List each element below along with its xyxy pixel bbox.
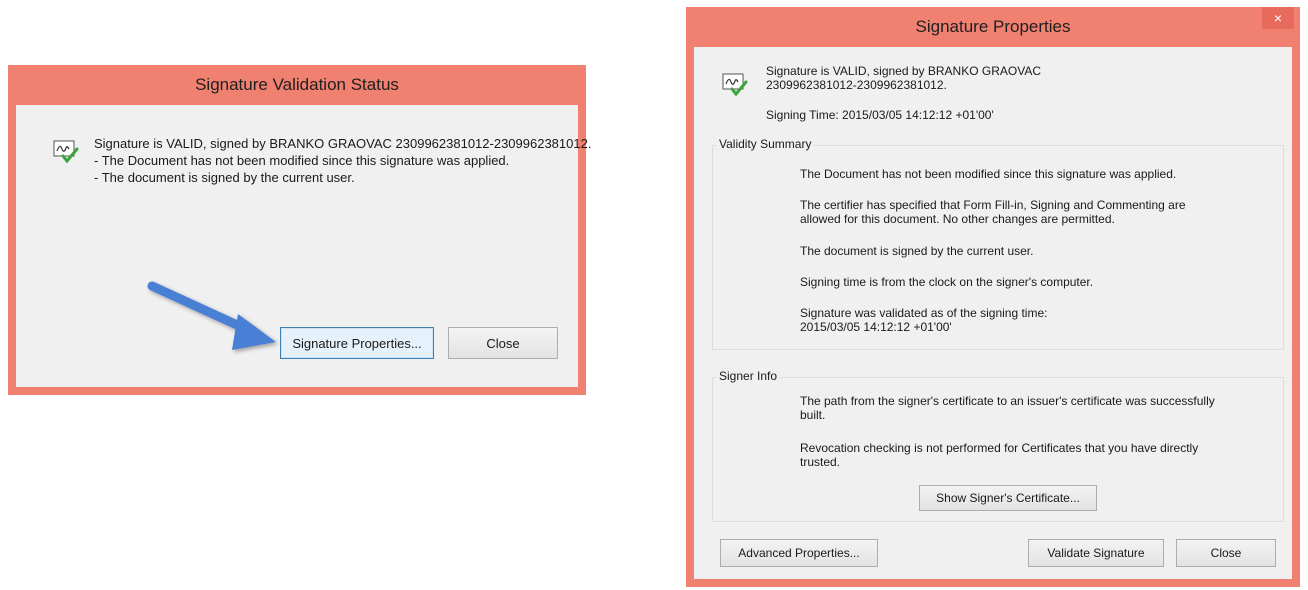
close-button[interactable]: Close — [448, 327, 558, 359]
dialog-title: Signature Properties — [915, 17, 1071, 36]
close-icon[interactable]: × — [1262, 7, 1294, 29]
dialog-body: Signature is VALID, signed by BRANKO GRA… — [694, 47, 1292, 579]
signature-properties-dialog: Signature Properties × Signature is VALI… — [686, 7, 1300, 587]
pointer-arrow-icon — [147, 281, 276, 350]
signer-info-item: The path from the signer's certificate t… — [800, 394, 1215, 408]
dialog-title: Signature Validation Status — [195, 75, 399, 94]
summary-item: The Document has not been modified since… — [800, 167, 1177, 181]
signer-info-item: Revocation checking is not performed for… — [800, 441, 1199, 455]
validity-header-serial: 2309962381012-2309962381012. — [766, 78, 947, 92]
signing-time: Signing Time: 2015/03/05 14:12:12 +01'00… — [766, 108, 994, 122]
validity-line: Signature is VALID, signed by BRANKO GRA… — [94, 136, 592, 151]
show-signers-certificate-button[interactable]: Show Signer's Certificate... — [919, 485, 1097, 511]
close-button[interactable]: Close — [1176, 539, 1276, 567]
not-modified-line: - The Document has not been modified sin… — [94, 153, 510, 168]
signed-by-user-line: - The document is signed by the current … — [94, 170, 355, 185]
signer-info-item: built. — [800, 408, 826, 422]
advanced-properties-button[interactable]: Advanced Properties... — [720, 539, 878, 567]
summary-item: allowed for this document. No other chan… — [800, 212, 1115, 226]
summary-item: Signing time is from the clock on the si… — [800, 275, 1094, 289]
signer-info-item: trusted. — [800, 455, 841, 469]
signature-properties-button[interactable]: Signature Properties... — [280, 327, 434, 359]
validate-signature-button[interactable]: Validate Signature — [1028, 539, 1164, 567]
summary-item: 2015/03/05 14:12:12 +01'00' — [800, 320, 952, 334]
signature-valid-icon — [53, 140, 79, 164]
signature-valid-icon — [722, 73, 748, 97]
signer-info-label: Signer Info — [716, 369, 781, 383]
validity-summary-label: Validity Summary — [716, 137, 815, 151]
summary-item: The document is signed by the current us… — [800, 244, 1034, 258]
